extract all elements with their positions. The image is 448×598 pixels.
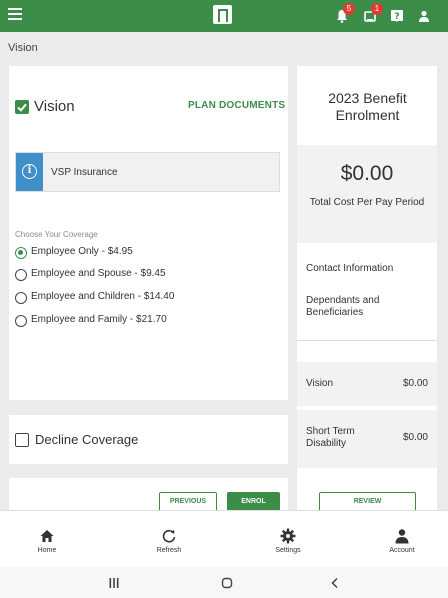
profile-icon[interactable]: [417, 9, 431, 23]
nav-label: Settings: [275, 547, 301, 554]
home-icon: [39, 528, 55, 544]
summary-row-amount: $0.00: [402, 432, 428, 443]
info-strip: i: [16, 153, 43, 191]
dependants-beneficiaries-link[interactable]: Dependants and Beneficiaries: [306, 295, 402, 319]
coverage-option-label: Employee Only - $4.95: [31, 246, 133, 257]
account-icon: [394, 528, 410, 544]
total-cost-caption: Total Cost Per Pay Period: [309, 197, 425, 208]
summary-title: 2023 Benefit Enrolment: [328, 90, 407, 123]
breadcrumb: Vision: [8, 42, 38, 54]
info-icon: i: [22, 164, 37, 179]
plan-documents-link[interactable]: PLAN DOCUMENTS: [188, 100, 285, 111]
vision-checkbox[interactable]: [15, 100, 29, 114]
refresh-icon: [161, 528, 177, 544]
radio-button[interactable]: [15, 292, 27, 304]
notifications-badge: 5: [343, 3, 355, 15]
nav-account[interactable]: Account: [367, 528, 437, 554]
radio-button[interactable]: [15, 315, 27, 327]
previous-button[interactable]: PREVIOUS: [159, 492, 217, 512]
breadcrumb-bar: Vision: [0, 32, 448, 64]
review-button[interactable]: REVIEW: [319, 492, 416, 512]
logo[interactable]: [213, 5, 232, 24]
gear-icon: [280, 528, 296, 544]
nav-home[interactable]: Home: [12, 528, 82, 554]
nav-settings[interactable]: Settings: [253, 528, 323, 554]
vision-title: Vision: [34, 98, 75, 115]
help-icon[interactable]: ?: [390, 9, 404, 23]
radio-button[interactable]: [15, 247, 27, 259]
recent-apps-icon[interactable]: [107, 576, 121, 590]
radio-button[interactable]: [15, 269, 27, 281]
coverage-option-label: Employee and Family - $21.70: [31, 314, 167, 325]
coverage-option-label: Employee and Spouse - $9.45: [31, 268, 166, 279]
menu-icon[interactable]: [8, 8, 22, 22]
contact-information-link[interactable]: Contact Information: [306, 263, 426, 275]
messages-icon[interactable]: 1: [363, 3, 383, 23]
nav-refresh[interactable]: Refresh: [134, 528, 204, 554]
top-app-bar: 5 1 ?: [0, 0, 448, 32]
back-icon[interactable]: [328, 576, 342, 590]
divider: [297, 340, 437, 341]
decline-checkbox[interactable]: [15, 433, 29, 447]
summary-row-vision: Vision $0.00: [297, 362, 437, 406]
summary-row-short-term-disability: Short Term Disability $0.00: [297, 410, 437, 468]
total-cost-block: [297, 145, 437, 243]
messages-badge: 1: [371, 3, 383, 15]
nav-label: Account: [389, 547, 415, 554]
insurance-info-box: i VSP Insurance: [15, 152, 280, 192]
bottom-navigation: Home Refresh Settings Account: [0, 510, 448, 567]
nav-label: Refresh: [156, 547, 182, 554]
summary-row-amount: $0.00: [402, 378, 428, 389]
svg-text:?: ?: [394, 12, 399, 22]
choose-coverage-label: Choose Your Coverage: [15, 230, 98, 239]
nav-label: Home: [37, 547, 57, 554]
notifications-bell-icon[interactable]: 5: [335, 3, 355, 23]
home-system-icon[interactable]: [220, 576, 234, 590]
summary-row-name: Short Term Disability: [306, 426, 355, 449]
system-navigation-bar: [0, 567, 448, 598]
summary-row-name: Vision: [306, 378, 334, 389]
enrol-button[interactable]: ENROL: [227, 492, 280, 512]
insurance-name: VSP Insurance: [51, 167, 118, 178]
total-cost-amount: $0.00: [340, 162, 394, 185]
decline-coverage-label: Decline Coverage: [35, 432, 139, 447]
coverage-option-label: Employee and Children - $14.40: [31, 291, 175, 302]
